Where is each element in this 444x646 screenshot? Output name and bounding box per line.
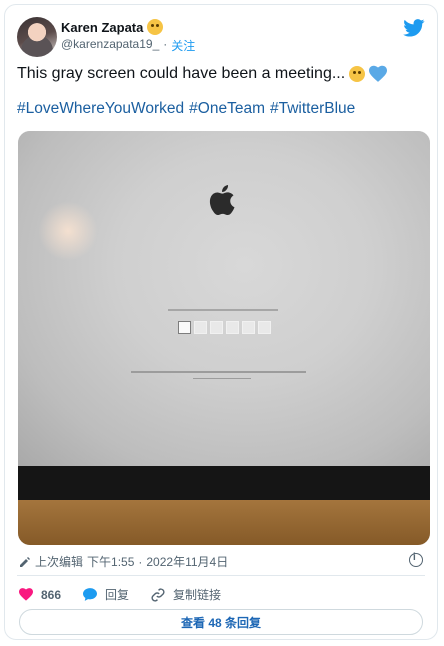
author-handle[interactable]: @karenzapata19_ xyxy=(61,37,159,54)
blue-heart-icon xyxy=(369,65,388,82)
passcode-digit-box[interactable] xyxy=(242,321,255,334)
tweet-photo[interactable] xyxy=(18,131,430,545)
screen-glare xyxy=(38,201,98,261)
pencil-icon xyxy=(20,556,30,567)
reply-bubble-icon xyxy=(83,588,98,601)
tweet-date[interactable]: 2022年11月4日 xyxy=(146,553,228,570)
follow-link[interactable]: 关注 xyxy=(171,37,195,54)
tweet-card: Karen Zapata @karenzapata19_ · 关注 This g… xyxy=(4,4,438,640)
passcode-digit-box[interactable] xyxy=(258,321,271,334)
author-name[interactable]: Karen Zapata xyxy=(61,20,143,35)
tweet-time[interactable]: 下午1:55 xyxy=(87,553,134,570)
copy-link-label: 复制链接 xyxy=(173,588,222,602)
author-handle-row: @karenzapata19_ · 关注 xyxy=(61,37,195,54)
tweet-meta: 上次编辑 下午1:55 · 2022年11月4日 xyxy=(19,553,228,570)
face-emoji-icon xyxy=(349,66,366,82)
passcode-boxes xyxy=(178,321,271,334)
reply-label: 回复 xyxy=(105,588,130,602)
like-button[interactable]: 866 xyxy=(19,588,61,602)
screen-info-text xyxy=(131,371,306,373)
author-name-row: Karen Zapata xyxy=(61,19,164,35)
reply-button[interactable]: 回复 xyxy=(83,586,129,603)
divider xyxy=(17,575,425,576)
desk-surface xyxy=(18,500,430,545)
apple-logo-icon xyxy=(209,184,235,216)
face-emoji-icon xyxy=(147,19,164,35)
twitter-bird-icon[interactable] xyxy=(403,19,425,37)
edited-label[interactable]: 上次编辑 xyxy=(35,553,83,570)
tweet-text: This gray screen could have been a meeti… xyxy=(17,65,346,82)
laptop-screen xyxy=(18,131,430,466)
separator-dot: · xyxy=(138,554,143,569)
copy-link-button[interactable]: 复制链接 xyxy=(151,586,221,603)
heart-icon xyxy=(19,588,33,601)
tweet-text-row: This gray screen could have been a meeti… xyxy=(17,63,425,85)
hashtag-link[interactable]: #LoveWhereYouWorked xyxy=(17,100,184,117)
passcode-digit-box[interactable] xyxy=(210,321,223,334)
hashtags: #LoveWhereYouWorked #OneTeam #TwitterBlue xyxy=(17,100,360,118)
hashtag-link[interactable]: #OneTeam xyxy=(189,100,265,117)
link-icon xyxy=(151,587,165,602)
action-bar: 866 回复 复制链接 xyxy=(19,586,243,603)
avatar[interactable] xyxy=(17,17,57,57)
passcode-digit-box[interactable] xyxy=(178,321,191,334)
hashtag-link[interactable]: #TwitterBlue xyxy=(270,100,355,117)
passcode-prompt xyxy=(168,309,278,311)
info-icon[interactable] xyxy=(409,552,423,567)
screen-info-link xyxy=(193,378,251,379)
laptop-bezel xyxy=(18,466,430,500)
passcode-digit-box[interactable] xyxy=(194,321,207,334)
view-replies-button[interactable]: 查看 48 条回复 xyxy=(19,609,423,635)
passcode-digit-box[interactable] xyxy=(226,321,239,334)
separator-dot: · xyxy=(163,37,168,51)
like-count: 866 xyxy=(41,587,62,602)
